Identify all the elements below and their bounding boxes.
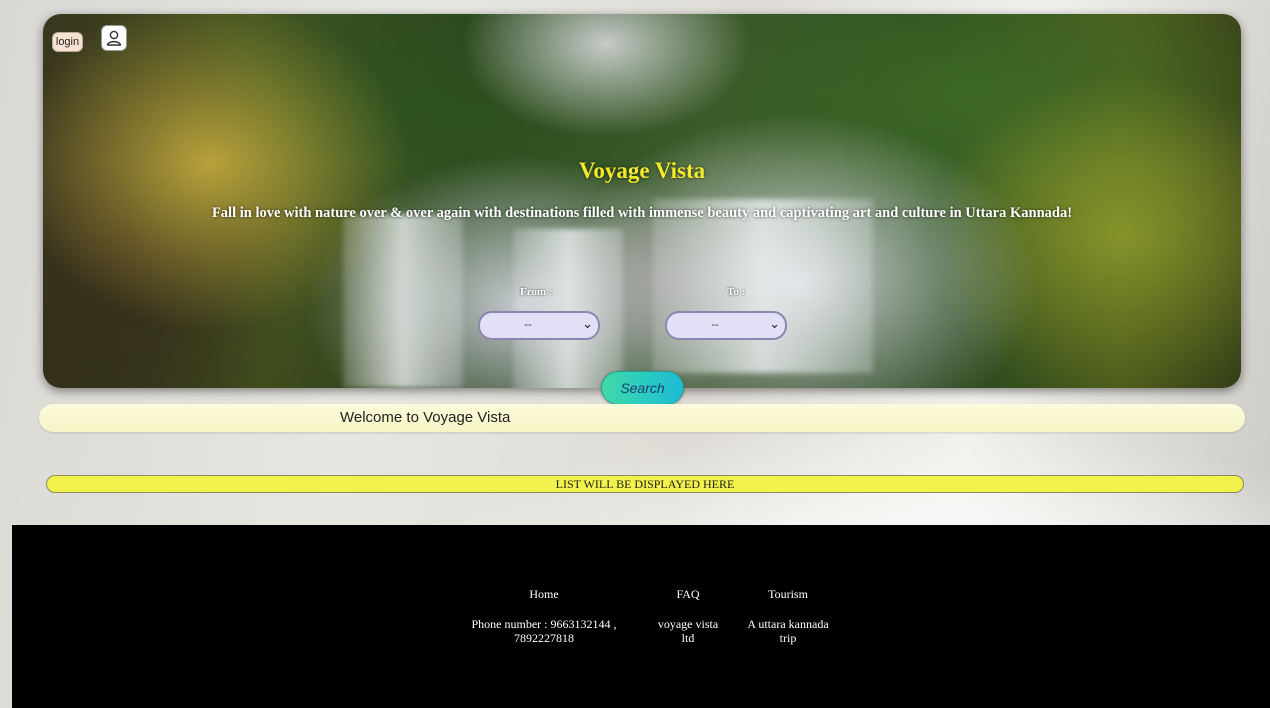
hero-banner: Voyage Vista Fall in love with nature ov… [43,14,1241,388]
footer-trip-line-1: A uttara kannada [747,617,829,631]
footer-phone-line-2: 7892227818 [514,631,574,645]
user-icon [106,30,122,46]
waterfall-right [653,199,873,373]
footer-link-faq[interactable]: FAQ [648,587,728,617]
welcome-text: Welcome to Voyage Vista [340,409,511,426]
to-select[interactable]: -- ⌄ [665,311,787,340]
hero-tagline: Fall in love with nature over & over aga… [211,205,1073,221]
from-label: From : [520,286,553,298]
to-select-value: -- [711,319,719,331]
waterfall-middle [513,229,623,388]
footer-link-home[interactable]: Home [454,587,634,617]
footer-phone-line-1: Phone number : 9663132144 , [471,617,617,631]
login-button[interactable]: login [52,32,83,52]
footer-column-tourism: Tourism A uttara kannada trip [735,587,841,645]
footer-company-line-2: ltd [681,631,695,645]
welcome-bar: Welcome to Voyage Vista [39,404,1245,432]
footer-company-line-1: voyage vista [657,617,719,631]
user-profile-button[interactable] [101,25,127,51]
results-list: LIST WILL BE DISPLAYED HERE [46,475,1244,493]
chevron-down-icon: ⌄ [769,316,780,331]
footer: Home Phone number : 9663132144 , 7892227… [12,525,1270,708]
waterfall-left [343,214,463,388]
from-select-value: -- [524,319,532,331]
site-title: Voyage Vista [578,158,706,183]
from-select[interactable]: -- ⌄ [478,311,600,340]
footer-link-tourism[interactable]: Tourism [735,587,841,617]
search-button[interactable]: Search [601,371,684,405]
chevron-down-icon: ⌄ [582,316,593,331]
to-label: To : [727,286,746,298]
footer-trip-line-2: trip [779,631,797,645]
footer-column-home: Home Phone number : 9663132144 , 7892227… [454,587,634,645]
footer-column-faq: FAQ voyage vista ltd [648,587,728,645]
